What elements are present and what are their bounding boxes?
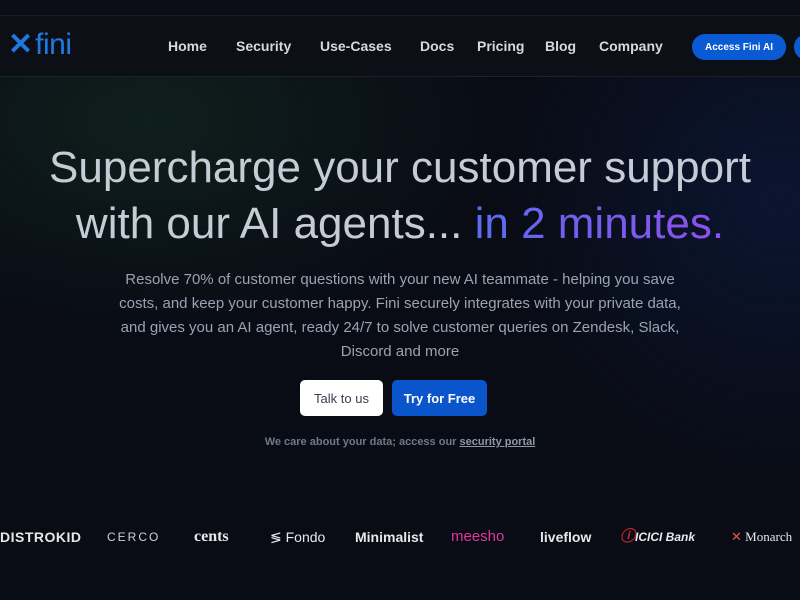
navbar: ✕ fini Home Security Use-Cases Docs Pric… — [0, 16, 800, 77]
logo-icici: ⓘICICI Bank — [620, 528, 696, 545]
fondo-stripes-icon: ≶ — [270, 529, 282, 545]
security-portal-link[interactable]: security portal — [460, 436, 536, 448]
nav-home[interactable]: Home — [168, 38, 207, 54]
nav-security[interactable]: Security — [236, 38, 291, 54]
logo-minimalist: Minimalist — [355, 529, 424, 545]
fini-x-icon: ✕ — [8, 28, 34, 61]
nav-docs[interactable]: Docs — [420, 38, 454, 54]
brand-name: fini — [35, 28, 72, 61]
talk-to-us-button[interactable]: Talk to us — [300, 380, 383, 416]
logo-liveflow: liveflow — [540, 529, 592, 545]
nav-blog[interactable]: Blog — [545, 38, 576, 54]
access-fini-button[interactable]: Access Fini AI — [692, 34, 786, 60]
nav-use-cases[interactable]: Use-Cases — [320, 38, 392, 54]
logo-meesho: meesho — [451, 528, 505, 545]
nav-company[interactable]: Company — [599, 38, 663, 54]
hero-title: Supercharge your customer support with o… — [49, 143, 751, 248]
title-highlight: in 2 minutes. — [474, 199, 725, 248]
logo-cerco: CERCO — [107, 530, 161, 544]
secondary-nav-button[interactable] — [794, 34, 800, 60]
logo-monarch: ✕ Monarch — [731, 529, 793, 544]
logo-distrokid: DISTROKID — [0, 529, 82, 545]
try-for-free-button[interactable]: Try for Free — [392, 380, 487, 416]
icici-i-icon: ⓘ — [620, 528, 636, 545]
data-care-note: We care about your data; access our secu… — [264, 436, 536, 448]
monarch-icon: ✕ — [731, 529, 742, 544]
customer-logos: DISTROKID CERCO cents ≶ Fondo Minimalist… — [0, 527, 800, 547]
brand-logo[interactable]: ✕ fini — [8, 30, 72, 60]
logo-fondo: ≶ Fondo — [270, 529, 326, 545]
nav-pricing[interactable]: Pricing — [477, 38, 524, 54]
hero-subtitle: Resolve 70% of customer questions with y… — [119, 271, 681, 360]
logo-cents: cents — [194, 528, 229, 545]
browser-top-strip — [0, 0, 800, 16]
